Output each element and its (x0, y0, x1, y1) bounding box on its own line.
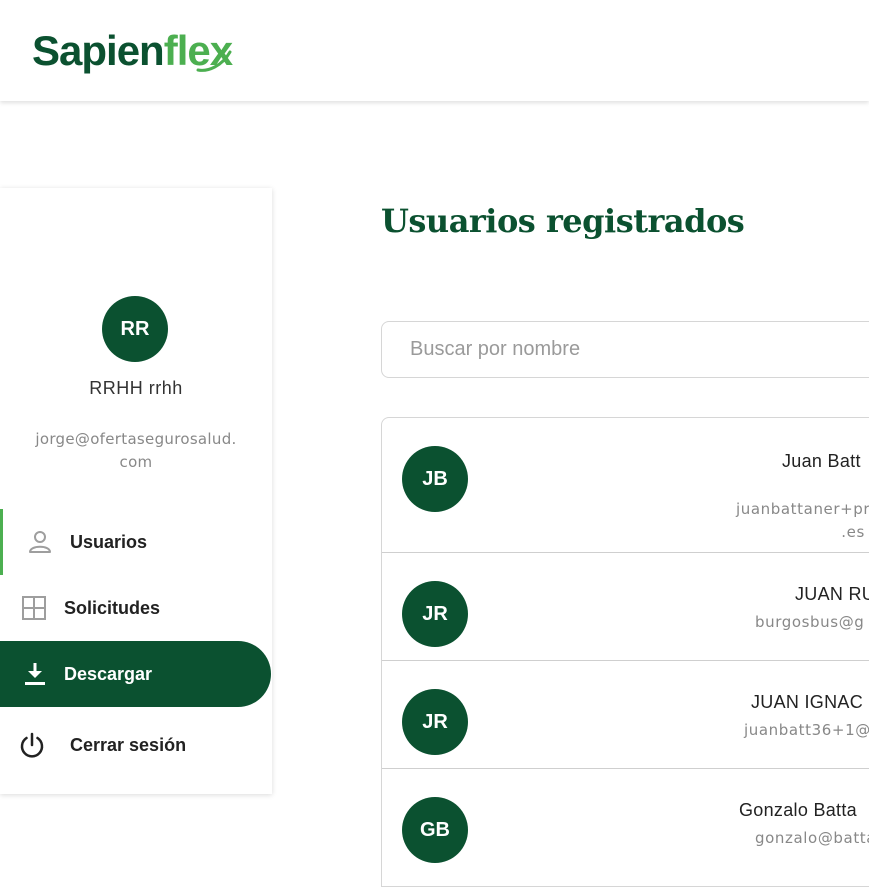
user-list: JB Juan Batt juanbattaner+pr .es JR JUAN… (381, 417, 869, 887)
grid-icon (21, 595, 47, 621)
logo-swoosh-icon (196, 50, 232, 72)
list-item[interactable]: GB Gonzalo Batta gonzalo@batta (382, 769, 869, 886)
avatar: GB (402, 797, 468, 863)
profile-name: RRHH rrhh (89, 378, 183, 398)
sidebar: RR RRHH rrhh jorge@ofertasegurosalud. co… (0, 188, 272, 794)
search-input[interactable] (381, 321, 869, 378)
sidebar-item-label: Descargar (64, 663, 153, 684)
user-email-line1: juanbattaner+pr (736, 500, 869, 518)
avatar: JR (402, 581, 468, 647)
user-email: gonzalo@batta (755, 829, 869, 847)
sidebar-item-solicitudes[interactable]: Solicitudes (0, 575, 272, 641)
user-name: JUAN IGNAC (751, 692, 864, 712)
list-item[interactable]: JB Juan Batt juanbattaner+pr .es (382, 418, 869, 553)
person-icon (27, 529, 53, 555)
sidebar-item-label: Solicitudes (64, 597, 161, 618)
user-name: Gonzalo Batta (739, 800, 857, 820)
user-name: Juan Batt (782, 451, 861, 471)
user-email: juanbattaner+pr .es (736, 498, 869, 544)
page-title: Usuarios registrados (381, 202, 745, 240)
power-icon (18, 731, 46, 759)
sidebar-item-label: Cerrar sesión (70, 734, 187, 755)
sidebar-item-usuarios[interactable]: Usuarios (0, 509, 272, 575)
sidebar-item-label: Usuarios (70, 531, 148, 552)
download-icon (22, 661, 48, 687)
sidebar-item-cerrar-sesion[interactable]: Cerrar sesión (0, 712, 272, 778)
avatar: JB (402, 446, 468, 512)
list-item[interactable]: JR JUAN RU burgosbus@g (382, 553, 869, 661)
profile-email-line2: com (119, 453, 153, 471)
user-email: burgosbus@g (755, 613, 865, 631)
profile-email-line1: jorge@ofertasegurosalud. (35, 430, 237, 448)
user-email-line2: .es (841, 523, 865, 541)
user-name: JUAN RU (795, 584, 869, 604)
avatar: JR (402, 689, 468, 755)
list-item[interactable]: JR JUAN IGNAC juanbatt36+1@ (382, 661, 869, 769)
top-bar: Sapienflex (0, 0, 869, 101)
user-email: juanbatt36+1@ (744, 721, 869, 739)
sidebar-item-descargar[interactable]: Descargar (0, 641, 271, 707)
avatar: RR (102, 296, 168, 362)
profile-email: jorge@ofertasegurosalud. com (20, 428, 252, 474)
